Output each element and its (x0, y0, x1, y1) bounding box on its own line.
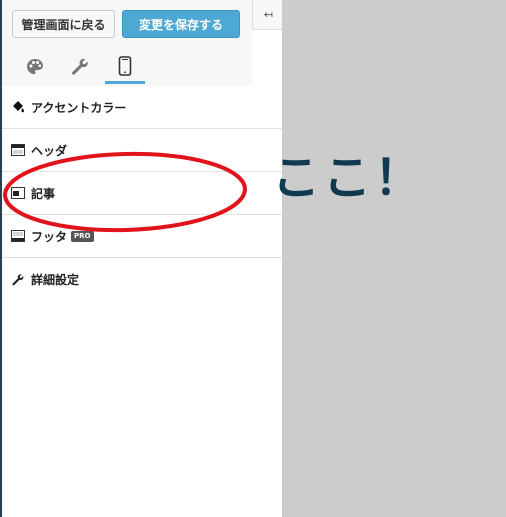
tab-tools[interactable] (60, 50, 100, 84)
customizer-panel: 管理画面に戻る 変更を保存する ↤ アクセントカラー ヘッダ 記事 フッタ PR… (2, 0, 282, 517)
customizer-header: 管理画面に戻る 変更を保存する (2, 0, 252, 87)
section-label: 詳細設定 (31, 273, 80, 287)
section-accent-color[interactable]: アクセントカラー (2, 86, 282, 129)
paint-bucket-icon (11, 100, 25, 114)
save-changes-button[interactable]: 変更を保存する (122, 10, 240, 38)
tab-mobile[interactable] (105, 50, 145, 84)
wrench-icon (11, 273, 25, 287)
section-label: アクセントカラー (31, 100, 127, 115)
wrench-icon (72, 58, 88, 75)
tab-design[interactable] (15, 50, 55, 84)
annotation-text: ここ！ (272, 150, 426, 206)
mobile-icon (118, 55, 132, 76)
collapse-panel-button[interactable]: ↤ (252, 0, 282, 30)
back-to-admin-button[interactable]: 管理画面に戻る (12, 10, 115, 38)
palette-icon (27, 59, 43, 74)
annotation-circle (3, 151, 247, 233)
section-advanced-settings[interactable]: 詳細設定 (2, 258, 282, 301)
